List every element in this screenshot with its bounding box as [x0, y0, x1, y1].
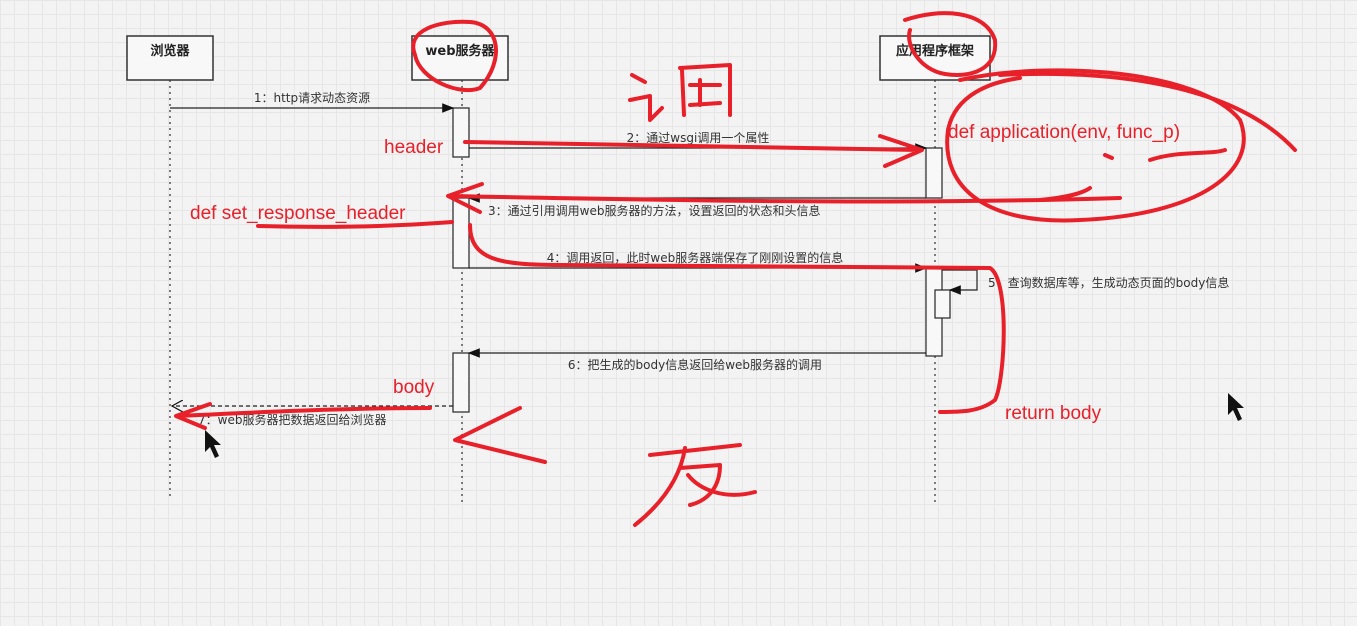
mouse-cursor-icon [1228, 393, 1244, 421]
message-5-label: 5：查询数据库等，生成动态页面的body信息 [988, 275, 1229, 290]
handwritten-strokes [174, 11, 1297, 527]
annotation-body: body [393, 377, 435, 398]
participant-browser[interactable]: 浏览器 [126, 35, 214, 81]
activation-bar [452, 352, 470, 413]
message-4-label: 4：调用返回，此时web服务器端保存了刚刚设置的信息 [547, 250, 843, 265]
participant-label: 浏览器 [150, 43, 190, 59]
handwritten-call-glyph [628, 63, 732, 122]
participant-label: 应用程序框架 [896, 43, 974, 59]
sequence-diagram-canvas: 浏览器 web服务器 应用程序框架 1：http请求动态资源 2：通过wsgi调… [0, 0, 1357, 626]
annotation-header: header [384, 137, 444, 158]
handwritten-return-glyph [633, 443, 757, 527]
message-2-label: 2：通过wsgi调用一个属性 [627, 131, 770, 145]
message-6-label: 6：把生成的body信息返回给web服务器的调用 [568, 357, 822, 372]
activation-bar [452, 107, 470, 158]
message-3-label: 3：通过引用调用web服务器的方法，设置返回的状态和头信息 [488, 203, 820, 218]
message-5-arrow [942, 269, 978, 295]
activation-bar [452, 197, 470, 269]
activation-bar [925, 147, 943, 199]
annotation-application: def application(env, func_p) [948, 122, 1180, 143]
participant-label: web服务器 [425, 43, 495, 59]
annotation-return-body: return body [1005, 403, 1102, 424]
sequence-diagram: 浏览器 web服务器 应用程序框架 1：http请求动态资源 2：通过wsgi调… [126, 11, 1297, 527]
message-1-label: 1：http请求动态资源 [254, 91, 370, 105]
activation-bar [934, 289, 951, 319]
mouse-cursor-icon [205, 430, 221, 458]
annotation-set-response-header: def set_response_header [190, 203, 406, 224]
